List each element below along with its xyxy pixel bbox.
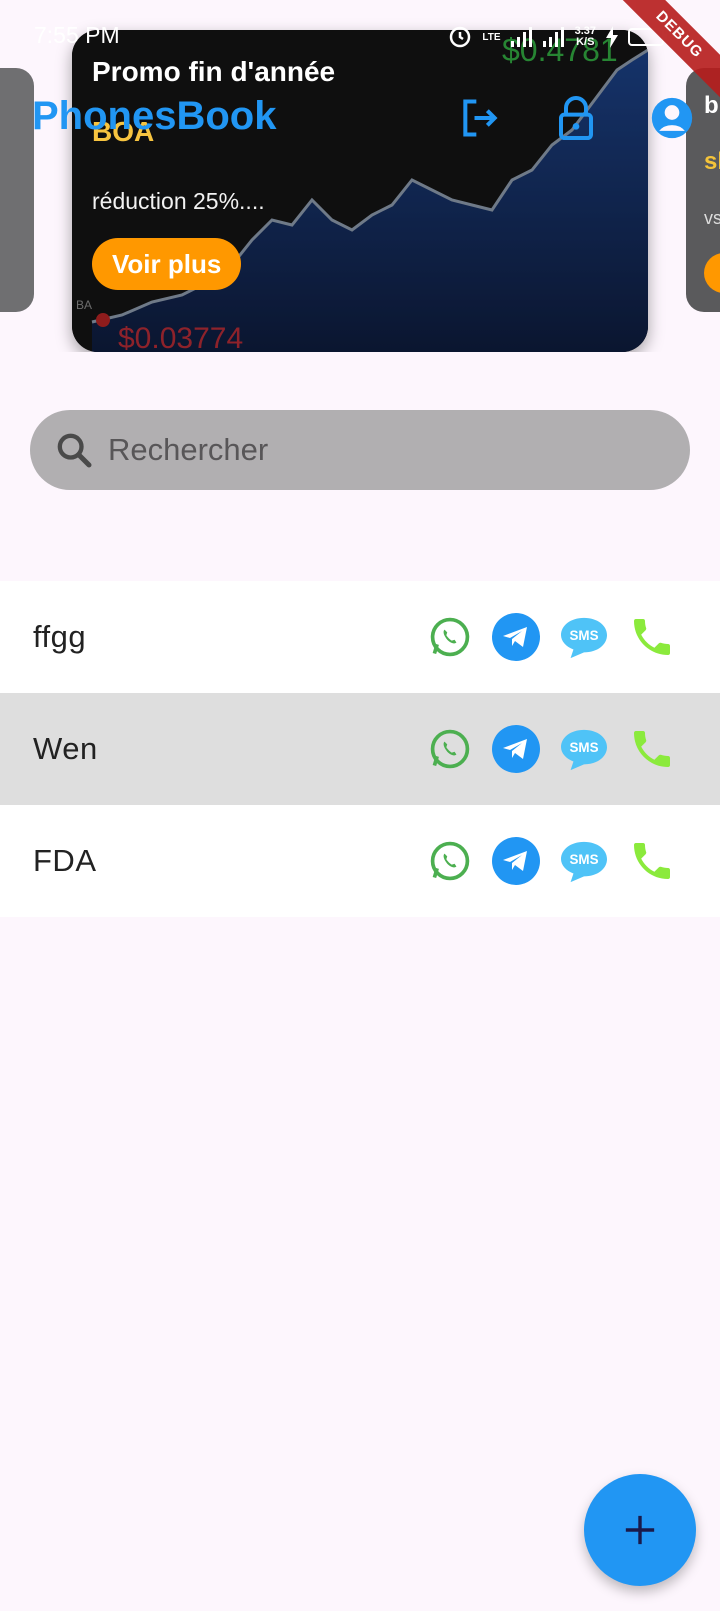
status-bar: 7:55 PM LTE 3.37 K/S xyxy=(0,0,720,70)
telegram-icon[interactable] xyxy=(492,837,540,885)
contact-name: FDA xyxy=(33,843,97,878)
contact-row[interactable]: ffgg SMS xyxy=(0,581,720,693)
signal-icon xyxy=(510,27,532,47)
contact-name: Wen xyxy=(33,731,98,766)
plus-icon xyxy=(625,1515,655,1545)
voir-plus-button[interactable]: Voir plus xyxy=(92,238,242,290)
next-card-button[interactable] xyxy=(704,253,720,293)
promo-description: réduction 25%.... xyxy=(92,188,265,214)
search-bar[interactable] xyxy=(30,410,690,490)
sms-icon[interactable]: SMS xyxy=(558,837,610,885)
background-price-low: $0.03774 xyxy=(118,322,244,352)
next-card-title: b xyxy=(704,92,719,119)
sms-label: SMS xyxy=(569,852,598,867)
contact-row[interactable]: Wen SMS xyxy=(0,693,720,805)
background-axis-label: BA xyxy=(76,298,93,312)
contact-name: ffgg xyxy=(33,619,87,654)
whatsapp-icon[interactable] xyxy=(426,725,474,773)
logout-icon[interactable] xyxy=(456,94,504,142)
signal-icon-2 xyxy=(542,27,564,47)
sms-label: SMS xyxy=(569,628,598,643)
network-speed: 3.37 K/S xyxy=(574,25,596,48)
search-input[interactable] xyxy=(108,432,628,468)
next-card-subtitle: sh xyxy=(704,148,720,175)
contact-actions: SMS xyxy=(426,725,676,773)
lte-label: LTE xyxy=(482,31,501,43)
promo-card[interactable]: $0.4781 $0.03774 BA Promo fin d'année BO… xyxy=(72,30,648,352)
telegram-icon[interactable] xyxy=(492,725,540,773)
phone-icon[interactable] xyxy=(628,725,676,773)
app-title: PhonesBook xyxy=(32,94,277,138)
charging-icon xyxy=(606,26,618,48)
whatsapp-icon[interactable] xyxy=(426,837,474,885)
add-contact-button[interactable] xyxy=(584,1474,696,1586)
alarm-icon xyxy=(450,26,471,48)
contact-actions: SMS xyxy=(426,613,676,661)
phone-icon[interactable] xyxy=(628,837,676,885)
lock-icon[interactable] xyxy=(552,94,600,142)
account-circle-icon[interactable] xyxy=(648,94,696,142)
search-icon xyxy=(57,433,92,468)
whatsapp-icon[interactable] xyxy=(426,613,474,661)
carousel-card-previous[interactable] xyxy=(0,68,34,312)
next-card-description: vs xyxy=(704,208,720,228)
sms-label: SMS xyxy=(569,740,598,755)
status-icons: LTE 3.37 K/S xyxy=(448,22,668,52)
contact-actions: SMS xyxy=(426,837,676,885)
telegram-icon[interactable] xyxy=(492,613,540,661)
contact-row[interactable]: FDA SMS xyxy=(0,805,720,917)
sms-icon[interactable]: SMS xyxy=(558,613,610,661)
sms-icon[interactable]: SMS xyxy=(558,725,610,773)
contact-list: ffgg SMS Wen SMS FDA SMS xyxy=(0,581,720,917)
status-time: 7:55 PM xyxy=(34,22,120,48)
phone-icon[interactable] xyxy=(628,613,676,661)
